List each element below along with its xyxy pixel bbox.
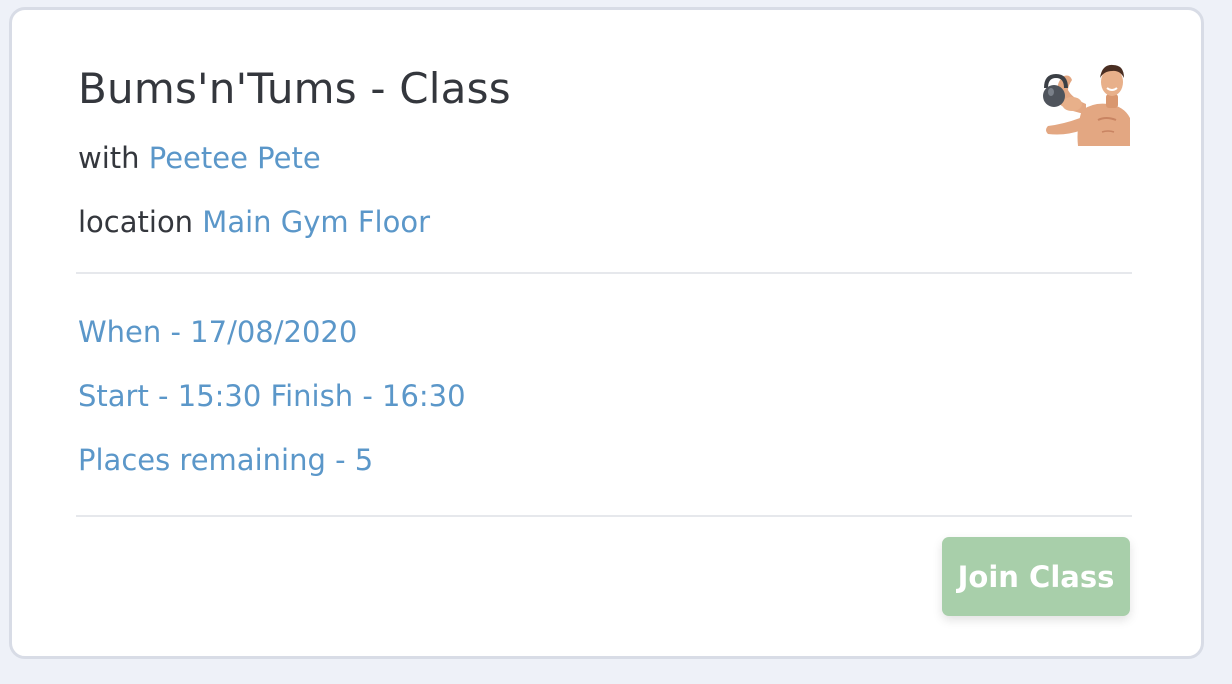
location-link[interactable]: Main Gym Floor [202,205,430,239]
start-value: - 15:30 [148,379,271,413]
instructor-prefix: with [78,141,140,175]
join-class-button[interactable]: Join Class [942,537,1130,616]
finish-label: Finish [270,379,354,413]
trainer-kettlebell-icon [1042,58,1132,146]
location-prefix: location [78,205,194,239]
start-label: Start [78,379,149,413]
finish-value: - 16:30 [353,379,466,413]
location-line: location Main Gym Floor [78,205,430,239]
when-value: - 17/08/2020 [161,315,358,349]
instructor-link[interactable]: Peetee Pete [149,141,321,175]
divider [76,272,1132,274]
places-label: Places remaining [78,443,326,477]
instructor-line: with Peetee Pete [78,141,321,175]
divider [76,515,1132,517]
when-line: When - 17/08/2020 [78,315,357,349]
places-line: Places remaining - 5 [78,443,373,477]
time-line: Start - 15:30 Finish - 16:30 [78,379,466,413]
places-value: - 5 [325,443,374,477]
class-card: Bums'n'Tums - Class with Peetee Pete loc… [9,7,1204,659]
when-label: When [78,315,162,349]
class-title: Bums'n'Tums - Class [78,64,511,113]
